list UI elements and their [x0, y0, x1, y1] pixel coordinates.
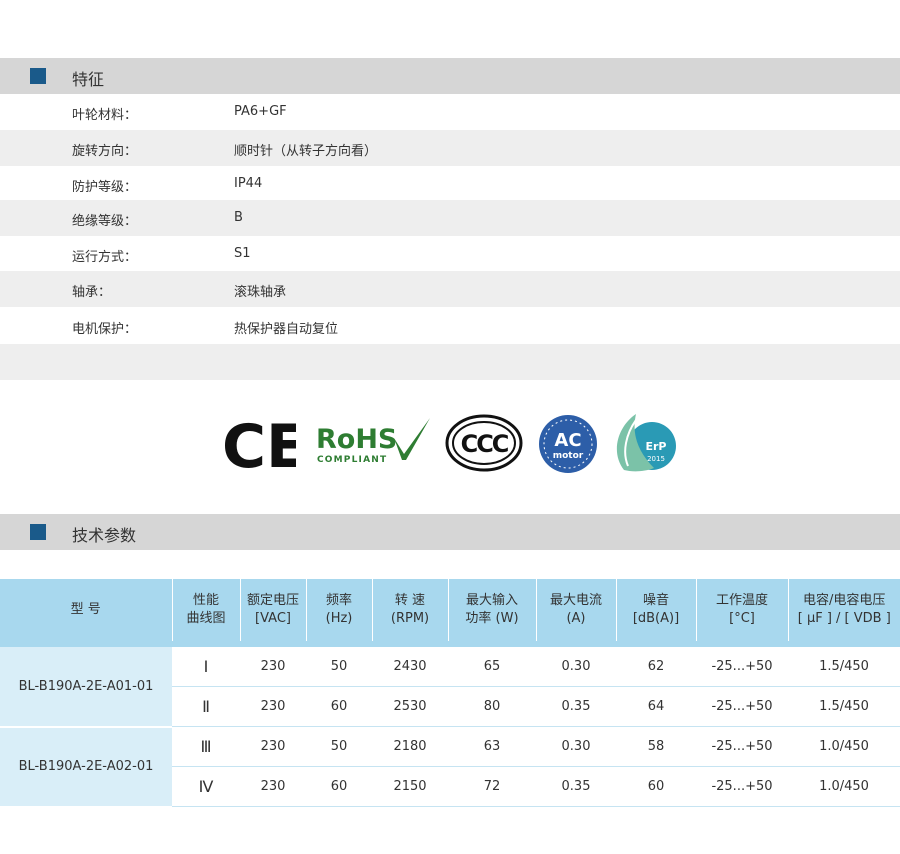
header-capacitor: 电容/电容电压[ μF ] / [ VDB ] — [788, 579, 900, 644]
header-frequency: 频率 (Hz) — [306, 579, 373, 644]
capacitor-cell: 1.5/450 — [788, 641, 900, 687]
feature-label: 运行方式： — [72, 250, 138, 265]
feature-label: 轴承： — [72, 285, 112, 300]
svg-text:COMPLIANT: COMPLIANT — [317, 455, 387, 465]
speed-cell: 2180 — [372, 726, 448, 767]
header-temperature: 工作温度 [°C] — [696, 579, 789, 644]
feature-label: 电机保护： — [72, 322, 138, 337]
current-cell: 0.30 — [536, 641, 616, 687]
svg-text:CE: CE — [222, 412, 296, 474]
feature-value: B — [234, 210, 243, 225]
specs-table: 型 号 性能 曲线图 额定电压 [VAC] 频率 (Hz) 转 速 (RPM) 最大输入… — [0, 579, 900, 808]
speed-cell: 2150 — [372, 766, 448, 807]
voltage-cell: 230 — [240, 766, 306, 807]
feature-label: 叶轮材料： — [72, 108, 138, 123]
frequency-cell: 50 — [306, 641, 372, 687]
feature-value: PA6+GF — [234, 104, 287, 119]
curve-cell: Ⅱ — [172, 686, 240, 727]
speed-cell: 2430 — [372, 641, 448, 687]
header-power: 最大输入 功率 (W) — [448, 579, 537, 644]
specs-header: 技术参数 — [0, 514, 900, 550]
temperature-cell: -25...+50 — [696, 686, 788, 727]
feature-row: 运行方式： S1 — [0, 236, 900, 272]
feature-row: 绝缘等级： B — [0, 200, 900, 236]
power-cell: 65 — [448, 641, 536, 687]
temperature-cell: -25...+50 — [696, 641, 788, 687]
current-cell: 0.30 — [536, 726, 616, 767]
temperature-cell: -25...+50 — [696, 766, 788, 807]
header-speed: 转 速 (RPM) — [372, 579, 449, 644]
ccc-logo-icon: CCC — [445, 414, 523, 472]
feature-label: 旋转方向： — [72, 144, 138, 159]
voltage-cell: 230 — [240, 641, 306, 687]
capacitor-cell: 1.5/450 — [788, 686, 900, 727]
model-cell: BL-B190A-2E-A01-01 — [0, 641, 172, 728]
svg-text:CCC: CCC — [461, 430, 509, 458]
model-cell: BL-B190A-2E-A02-01 — [0, 726, 172, 808]
feature-row: 叶轮材料： PA6+GF — [0, 94, 900, 130]
feature-value: 顺时针（从转子方向看） — [234, 144, 378, 159]
header-voltage: 额定电压 [VAC] — [240, 579, 307, 644]
header-model: 型 号 — [0, 579, 173, 644]
table-row: BL-B190A-2E-A01-01 Ⅰ 230 50 2430 65 0.30… — [0, 641, 900, 728]
curve-cell: Ⅲ — [172, 726, 240, 767]
features-title: 特征 — [72, 70, 105, 89]
current-cell: 0.35 — [536, 686, 616, 727]
frequency-cell: 60 — [306, 686, 372, 727]
current-cell: 0.35 — [536, 766, 616, 807]
feature-value: 滚珠轴承 — [234, 285, 287, 300]
noise-cell: 58 — [616, 726, 696, 767]
section-square-icon — [30, 68, 46, 84]
erp-logo-icon: ErP 2015 — [616, 414, 676, 472]
feature-row: 电机保护： 热保护器自动复位 — [0, 308, 900, 344]
capacitor-cell: 1.0/450 — [788, 726, 900, 767]
table-header-row: 型 号 性能 曲线图 额定电压 [VAC] 频率 (Hz) 转 速 (RPM) 最大输入… — [0, 579, 900, 644]
feature-value: S1 — [234, 246, 251, 261]
temperature-cell: -25...+50 — [696, 726, 788, 767]
feature-row: 旋转方向： 顺时针（从转子方向看） — [0, 130, 900, 166]
curve-cell: Ⅰ — [172, 641, 240, 687]
frequency-cell: 50 — [306, 726, 372, 767]
svg-text:RoHS: RoHS — [316, 424, 397, 455]
noise-cell: 60 — [616, 766, 696, 807]
table-row: BL-B190A-2E-A02-01 Ⅲ 230 50 2180 63 0.30… — [0, 726, 900, 808]
noise-cell: 62 — [616, 641, 696, 687]
frequency-cell: 60 — [306, 766, 372, 807]
curve-cell: Ⅳ — [172, 766, 240, 807]
feature-label: 防护等级： — [72, 180, 138, 195]
header-noise: 噪音 [dB(A)] — [616, 579, 697, 644]
svg-text:AC: AC — [554, 430, 581, 451]
power-cell: 72 — [448, 766, 536, 807]
header-curve: 性能 曲线图 — [172, 579, 241, 644]
noise-cell: 64 — [616, 686, 696, 727]
svg-text:motor: motor — [553, 451, 584, 461]
voltage-cell: 230 — [240, 726, 306, 767]
rohs-logo-icon: RoHS COMPLIANT — [316, 418, 430, 465]
feature-value: 热保护器自动复位 — [234, 322, 339, 337]
ce-logo-icon: CE — [222, 412, 296, 474]
features-header: 特征 — [0, 58, 900, 94]
voltage-cell: 230 — [240, 686, 306, 727]
ac-motor-logo-icon: AC motor — [539, 415, 597, 473]
feature-row-empty — [0, 344, 900, 380]
speed-cell: 2530 — [372, 686, 448, 727]
power-cell: 63 — [448, 726, 536, 767]
svg-text:2015: 2015 — [647, 455, 665, 463]
checkmark-icon — [394, 418, 430, 460]
feature-label: 绝缘等级： — [72, 214, 138, 229]
specs-title: 技术参数 — [72, 526, 137, 545]
feature-row: 轴承： 滚珠轴承 — [0, 271, 900, 307]
header-current: 最大电流 (A) — [536, 579, 617, 644]
power-cell: 80 — [448, 686, 536, 727]
svg-text:ErP: ErP — [645, 440, 666, 453]
feature-row: 防护等级： IP44 — [0, 166, 900, 202]
capacitor-cell: 1.0/450 — [788, 766, 900, 807]
section-square-icon — [30, 524, 46, 540]
feature-value: IP44 — [234, 176, 263, 191]
